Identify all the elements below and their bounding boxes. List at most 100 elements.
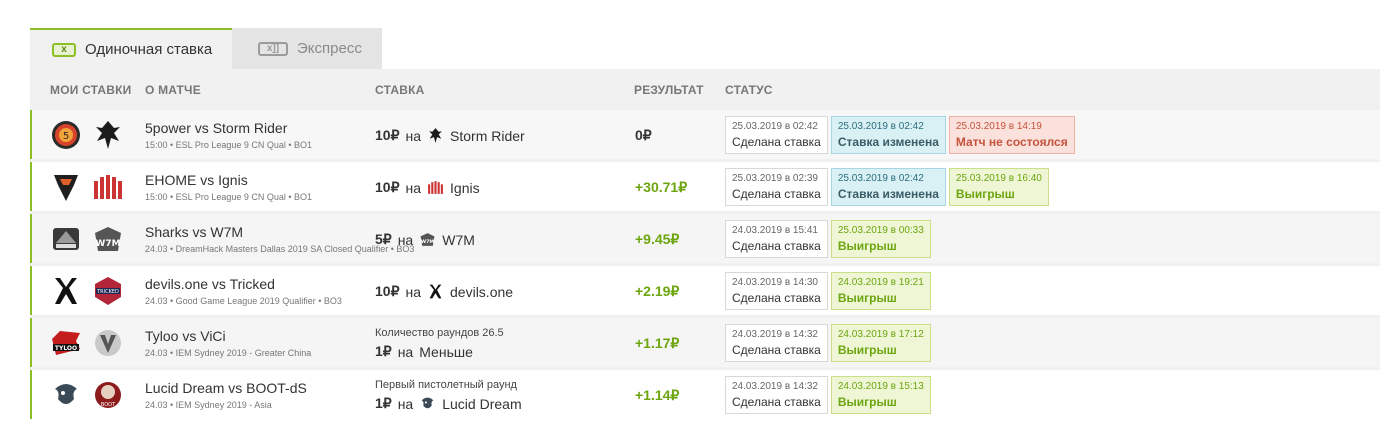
col-my-bets: МОИ СТАВКИ — [50, 83, 132, 97]
team-logos: 5 — [50, 119, 140, 151]
status-label: Сделана ставка — [732, 187, 821, 201]
bet-on: на — [397, 231, 414, 248]
svg-text:TRICKED: TRICKED — [96, 289, 119, 295]
bet-info: Первый пистолетный раунд 1₽ на Lucid Dre… — [375, 379, 522, 412]
status-placed: 25.03.2019 в 02:39 Сделана ставка — [725, 168, 828, 206]
status-label: Выигрыш — [837, 395, 897, 409]
col-about-match: О МАТЧЕ — [145, 83, 201, 97]
bet-amount: 1₽ — [375, 343, 392, 359]
bet-selection: Меньше — [419, 343, 473, 360]
lucid-dream-bet-logo-icon — [421, 397, 434, 409]
table-row[interactable]: BOOT Lucid Dream vs BOOT-dS 24.03 • IEM … — [30, 370, 1380, 419]
bet-line: 10₽ на Storm Rider — [375, 127, 525, 144]
tab-label: Экспресс — [297, 40, 362, 57]
bet-amount: 10₽ — [375, 179, 400, 195]
status-date: 24.03.2019 в 14:30 — [732, 277, 818, 288]
bet-info: 10₽ на Ignis — [375, 179, 480, 196]
bet-amount: 5₽ — [375, 231, 392, 247]
table-row[interactable]: 5 5power vs Storm Rider 15:00 • ESL Pro … — [30, 110, 1380, 159]
match-info[interactable]: Lucid Dream vs BOOT-dS 24.03 • IEM Sydne… — [145, 380, 307, 410]
express-bet-icon: x]] — [258, 41, 288, 56]
status-won: 24.03.2019 в 19:21 Выигрыш — [830, 272, 931, 310]
status-cancel: 25.03.2019 в 14:19 Матч не состоялся — [948, 116, 1075, 154]
status-date: 25.03.2019 в 02:42 — [837, 173, 924, 184]
bet-line: 1₽ на Меньше — [375, 343, 504, 360]
ignis-bet-logo-icon — [428, 181, 443, 194]
col-bet: СТАВКА — [375, 83, 425, 97]
status-won: 25.03.2019 в 00:33 Выигрыш — [830, 220, 931, 258]
svg-text:5: 5 — [63, 131, 69, 142]
vici-logo-icon — [95, 330, 121, 356]
match-name[interactable]: Sharks vs W7M — [145, 224, 414, 240]
status-date: 24.03.2019 в 17:12 — [837, 329, 924, 340]
status-label: Выигрыш — [837, 291, 897, 305]
match-name[interactable]: devils.one vs Tricked — [145, 276, 342, 292]
bet-line: 10₽ на devils.one — [375, 283, 513, 300]
svg-text:W7M: W7M — [95, 239, 120, 249]
table-row[interactable]: TRICKED devils.one vs Tricked 24.03 • Go… — [30, 266, 1380, 315]
match-info[interactable]: devils.one vs Tricked 24.03 • Good Game … — [145, 276, 342, 306]
match-name[interactable]: EHOME vs Ignis — [145, 172, 312, 188]
table-row[interactable]: TYLOO Tyloo vs ViCi 24.03 • IEM Sydney 2… — [30, 318, 1380, 367]
bet-on: на — [397, 343, 414, 360]
match-info[interactable]: Tyloo vs ViCi 24.03 • IEM Sydney 2019 - … — [145, 328, 311, 358]
status-label: Матч не состоялся — [955, 135, 1068, 149]
match-name[interactable]: Lucid Dream vs BOOT-dS — [145, 380, 307, 396]
status-date: 25.03.2019 в 16:40 — [955, 173, 1042, 184]
table-header: МОИ СТАВКИ О МАТЧЕ СТАВКА РЕЗУЛЬТАТ СТАТ… — [30, 69, 1380, 110]
status-history: 24.03.2019 в 15:41 Сделана ставка 25.03.20… — [725, 220, 934, 258]
table-row[interactable]: W7M Sharks vs W7M 24.03 • DreamHack Mast… — [30, 214, 1380, 263]
bet-line: 10₽ на Ignis — [375, 179, 480, 196]
match-info[interactable]: EHOME vs Ignis 15:00 • ESL Pro League 9 … — [145, 172, 312, 202]
single-bet-icon: x — [52, 42, 76, 57]
team-logos: W7M — [50, 223, 140, 255]
bet-on: на — [405, 127, 422, 144]
match-info[interactable]: 5power vs Storm Rider 15:00 • ESL Pro Le… — [145, 120, 312, 150]
team-logos: TRICKED — [50, 275, 140, 307]
match-name[interactable]: Tyloo vs ViCi — [145, 328, 311, 344]
match-details: 24.03 • DreamHack Masters Dallas 2019 SA… — [145, 244, 415, 254]
status-date: 25.03.2019 в 02:39 — [732, 173, 818, 184]
status-date: 24.03.2019 в 15:13 — [837, 381, 924, 392]
status-date: 24.03.2019 в 19:21 — [837, 277, 924, 288]
bet-result: +30.71₽ — [635, 179, 688, 195]
match-info[interactable]: Sharks vs W7M 24.03 • DreamHack Masters … — [145, 224, 414, 254]
bet-selection: Storm Rider — [450, 127, 525, 144]
bet-amount: 10₽ — [375, 283, 400, 299]
status-label: Сделана ставка — [732, 343, 821, 357]
lucid-dream-logo-icon — [55, 384, 77, 404]
bet-selection: Lucid Dream — [442, 395, 522, 412]
devils-one-logo-icon — [55, 278, 77, 304]
bet-result: +2.19₽ — [635, 283, 680, 299]
w7m-logo-icon: W7M — [95, 227, 121, 251]
tab-single-bet[interactable]: x Одиночная ставка — [30, 28, 232, 69]
bet-market: Первый пистолетный раунд — [375, 379, 517, 391]
status-placed: 24.03.2019 в 14:32 Сделана ставка — [725, 376, 828, 414]
devils-one-bet-logo-icon — [429, 284, 442, 299]
match-name[interactable]: 5power vs Storm Rider — [145, 120, 312, 136]
status-date: 25.03.2019 в 14:19 — [955, 121, 1042, 132]
status-won: 24.03.2019 в 15:13 Выигрыш — [830, 376, 931, 414]
status-placed: 24.03.2019 в 15:41 Сделана ставка — [725, 220, 828, 258]
bet-selection: W7M — [442, 231, 475, 248]
tab-express[interactable]: x]] Экспресс — [232, 28, 382, 69]
status-placed: 24.03.2019 в 14:30 Сделана ставка — [725, 272, 828, 310]
status-history: 24.03.2019 в 14:32 Сделана ставка 24.03.20… — [725, 376, 934, 414]
bet-info: 5₽ на W7M W7M — [375, 231, 475, 248]
team-logos — [50, 171, 140, 203]
bet-line: 1₽ на Lucid Dream — [375, 395, 522, 412]
bets-table: МОИ СТАВКИ О МАТЧЕ СТАВКА РЕЗУЛЬТАТ СТАТ… — [30, 69, 1380, 419]
storm-rider-logo-icon — [96, 121, 120, 149]
table-row[interactable]: EHOME vs Ignis 15:00 • ESL Pro League 9 … — [30, 162, 1380, 211]
status-history: 24.03.2019 в 14:30 Сделана ставка 24.03.20… — [725, 272, 934, 310]
svg-text:BOOT: BOOT — [101, 402, 116, 408]
ignis-logo-icon — [94, 175, 122, 199]
status-date: 25.03.2019 в 00:33 — [837, 225, 924, 236]
bet-info: 10₽ на devils.one — [375, 283, 513, 300]
status-label: Ставка изменена — [837, 187, 939, 201]
bet-line: 5₽ на W7M W7M — [375, 231, 475, 248]
bet-result: +1.14₽ — [635, 387, 680, 403]
bet-amount: 10₽ — [375, 127, 400, 143]
bet-market: Количество раундов 26.5 — [375, 327, 504, 339]
bet-on: на — [405, 283, 422, 300]
